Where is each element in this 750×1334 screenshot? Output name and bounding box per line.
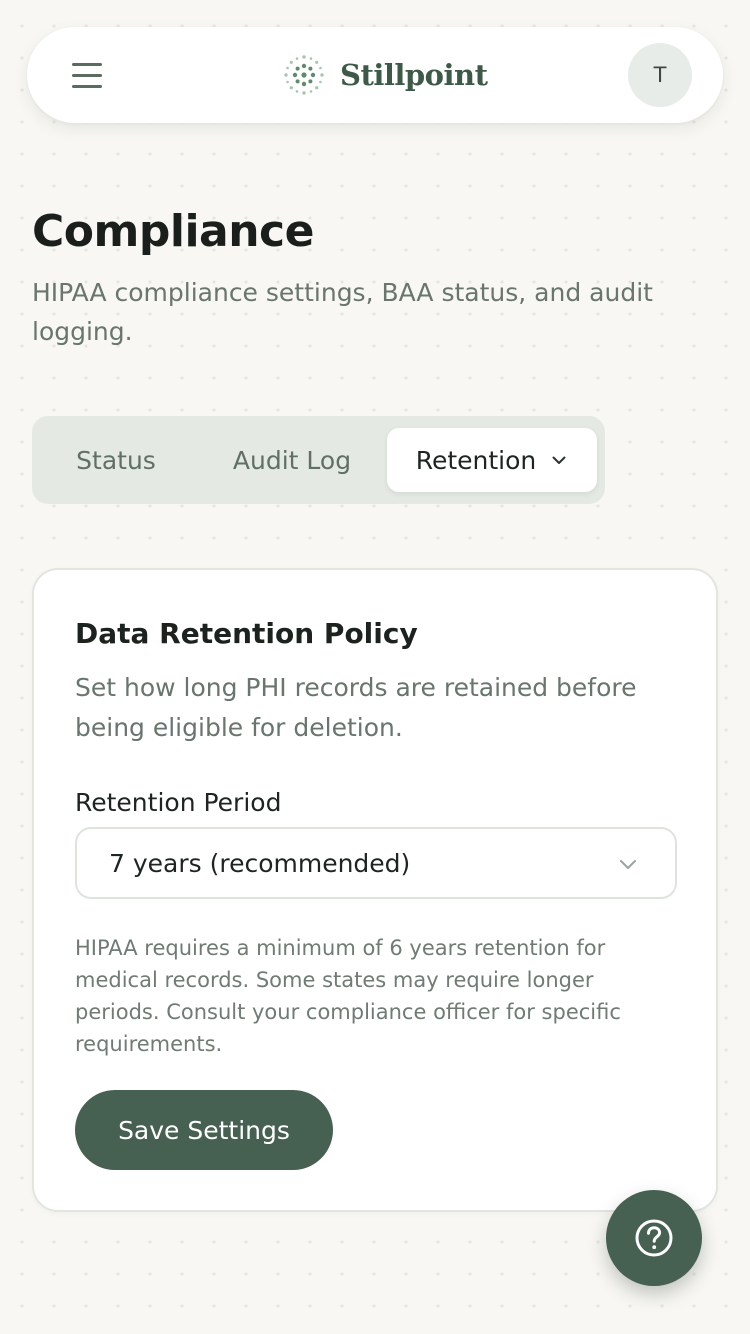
chevron-down-icon [552, 456, 566, 464]
tab-audit-log-label: Audit Log [232, 445, 352, 475]
brand[interactable]: Stillpoint [282, 49, 488, 101]
retention-period-value: 7 years (recommended) [109, 848, 411, 878]
tab-status[interactable]: Status [52, 428, 180, 492]
retention-period-label: Retention Period [75, 788, 282, 817]
retention-hint: HIPAA requires a minimum of 6 years rete… [75, 936, 621, 1056]
tab-retention-label: Retention [415, 445, 537, 475]
top-app-bar: Stillpoint T [27, 27, 723, 123]
tab-retention[interactable]: Retention [387, 428, 597, 492]
avatar[interactable]: T [628, 43, 692, 107]
tab-audit-log[interactable]: Audit Log [202, 428, 382, 492]
compliance-tabs: Status Audit Log Retention [32, 416, 605, 504]
card-description: Set how long PHI records are retained be… [75, 673, 637, 742]
chevron-down-icon [620, 860, 636, 869]
dotted-circle-logo-icon [284, 55, 324, 95]
brand-name: Stillpoint [340, 58, 488, 92]
page-title: Compliance [32, 206, 314, 257]
help-question-icon [635, 1219, 673, 1257]
tab-status-label: Status [76, 445, 156, 475]
retention-period-select[interactable]: 7 years (recommended) [75, 827, 677, 899]
help-button[interactable] [606, 1190, 702, 1286]
retention-policy-card: Data Retention Policy Set how long PHI r… [32, 568, 718, 1212]
card-title: Data Retention Policy [75, 617, 418, 650]
save-settings-button[interactable]: Save Settings [75, 1090, 333, 1170]
hamburger-menu-icon[interactable] [67, 56, 107, 94]
page-subtitle: HIPAA compliance settings, BAA status, a… [32, 278, 653, 346]
